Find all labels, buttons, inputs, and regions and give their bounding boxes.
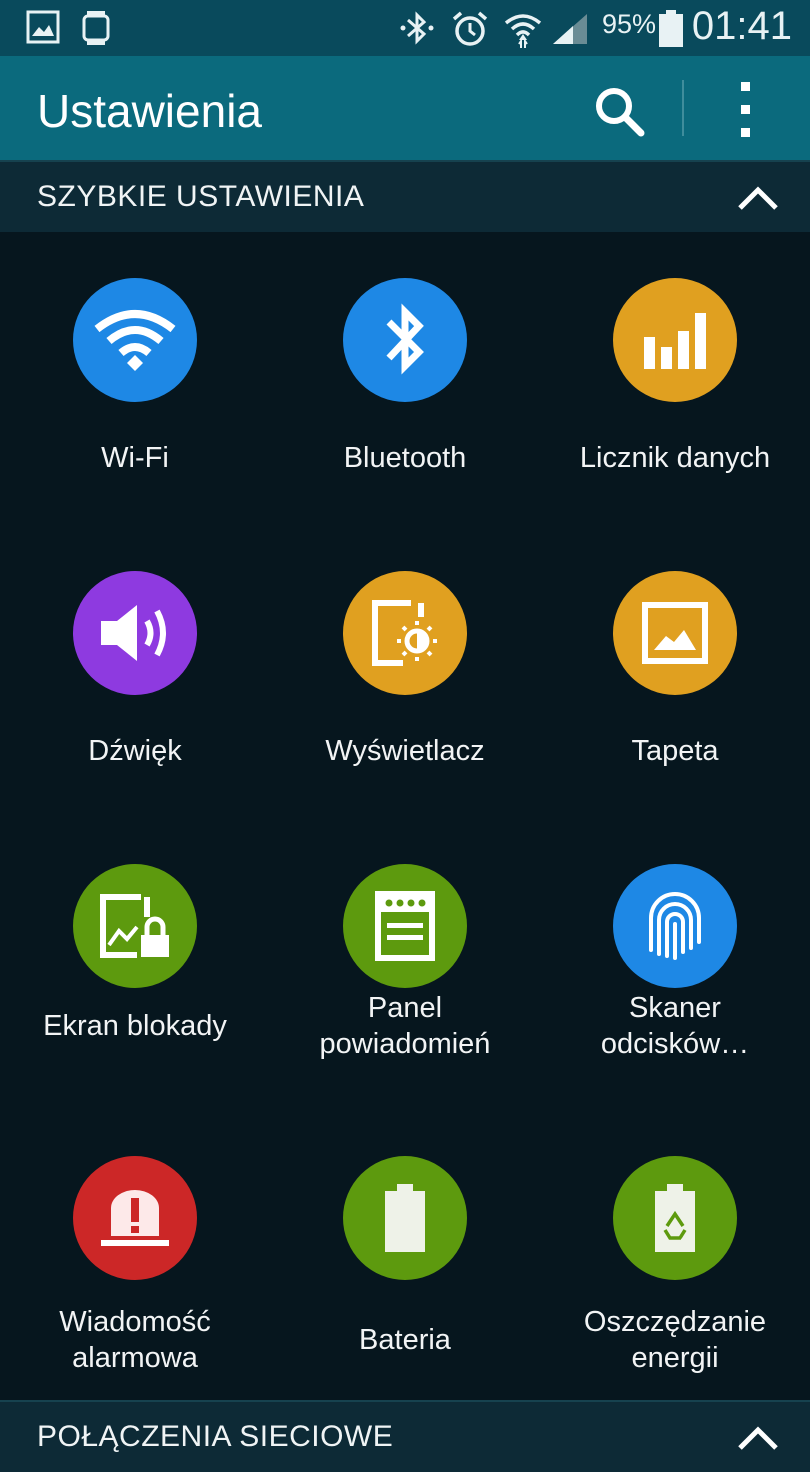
tile-label: Licznik danych (579, 442, 771, 474)
sound-icon (73, 571, 197, 695)
chevron-up-icon[interactable] (736, 1420, 780, 1454)
quick-setting-power-saving[interactable]: Oszczędzanie energii (540, 1110, 810, 1402)
quick-setting-bluetooth[interactable]: Bluetooth (270, 232, 540, 524)
bluetooth-icon (343, 278, 467, 402)
section-title: SZYBKIE USTAWIENIA (37, 180, 365, 213)
data-usage-icon (613, 278, 737, 402)
quick-setting-sound[interactable]: Dźwięk (0, 525, 270, 817)
tile-label: Wiadomość alarmowa (59, 1306, 211, 1374)
tile-label: Wyświetlacz (325, 735, 485, 767)
fingerprint-icon (613, 864, 737, 988)
tile-label: Ekran blokady (43, 1010, 227, 1042)
notification-panel-icon (343, 864, 467, 988)
watch-notification-icon (82, 11, 110, 45)
toolbar-divider (682, 80, 684, 136)
status-bar: 95% 01:41 (0, 0, 810, 56)
wifi-icon (73, 278, 197, 402)
more-options-icon[interactable] (722, 80, 772, 140)
tile-label: Skaner odcisków… (600, 992, 750, 1060)
tile-label: Dźwięk (88, 735, 182, 767)
quick-setting-wallpaper[interactable]: Tapeta (540, 525, 810, 817)
wallpaper-icon (613, 571, 737, 695)
battery-icon (343, 1156, 467, 1280)
network-connections-header[interactable]: POŁĄCZENIA SIECIOWE (0, 1400, 810, 1472)
quick-setting-fingerprint[interactable]: Skaner odcisków… (540, 818, 810, 1110)
quick-setting-notification-panel[interactable]: Panel powiadomień (270, 818, 540, 1110)
tile-label: Wi-Fi (101, 442, 169, 474)
tile-label: Panel powiadomień (319, 992, 491, 1060)
display-icon (343, 571, 467, 695)
quick-setting-emergency-message[interactable]: Wiadomość alarmowa (0, 1110, 270, 1402)
page-title: Ustawienia (37, 85, 262, 137)
tile-label: Tapeta (631, 735, 719, 767)
alarm-icon (452, 11, 488, 46)
chevron-up-icon[interactable] (736, 180, 780, 214)
quick-setting-lock-screen[interactable]: Ekran blokady (0, 818, 270, 1110)
clock: 01:41 (691, 4, 792, 48)
battery-percent: 95% (602, 9, 657, 39)
battery-icon (659, 10, 683, 47)
emergency-message-icon (73, 1156, 197, 1280)
signal-icon (553, 14, 587, 44)
tile-label: Bluetooth (343, 442, 467, 474)
section-title: POŁĄCZENIA SIECIOWE (37, 1420, 394, 1453)
quick-setting-battery[interactable]: Bateria (270, 1110, 540, 1402)
bluetooth-icon (400, 11, 434, 45)
quick-setting-wifi[interactable]: Wi-Fi (0, 232, 270, 524)
quick-setting-data-usage[interactable]: Licznik danych (540, 232, 810, 524)
tile-label: Oszczędzanie energii (583, 1306, 767, 1374)
lock-screen-icon (73, 864, 197, 988)
gallery-notification-icon (26, 10, 60, 44)
quick-setting-display[interactable]: Wyświetlacz (270, 525, 540, 817)
quick-settings-header[interactable]: SZYBKIE USTAWIENIA (0, 160, 810, 232)
search-icon[interactable] (592, 84, 648, 140)
app-bar: Ustawienia (0, 56, 810, 160)
power-saving-icon (613, 1156, 737, 1280)
wifi-icon (504, 14, 542, 48)
tile-label: Bateria (359, 1324, 451, 1356)
